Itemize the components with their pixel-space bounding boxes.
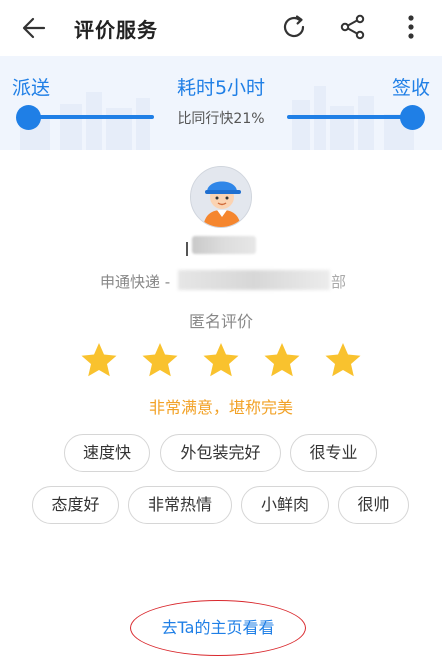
star-icon[interactable] xyxy=(324,341,362,379)
tag-chip[interactable]: 外包装完好 xyxy=(160,434,281,472)
tag-chip[interactable]: 很帅 xyxy=(338,486,409,524)
anonymous-review-label[interactable]: 匿名评价 xyxy=(0,308,442,332)
star-icon[interactable] xyxy=(141,341,179,379)
page-title: 评价服务 xyxy=(74,18,158,42)
courier-avatar-icon xyxy=(191,167,251,227)
more-vertical-icon[interactable] xyxy=(400,13,422,41)
rating-verdict: 非常满意，堪称完美 xyxy=(148,398,293,417)
star-icon[interactable] xyxy=(263,341,301,379)
courier-name-redacted xyxy=(192,236,256,254)
courier-company: 申通快递 - xyxy=(100,273,171,291)
tag-chip[interactable]: 很专业 xyxy=(290,434,377,472)
duration-label: 耗时5小时 xyxy=(176,77,266,99)
signed-label: 签收 xyxy=(391,77,430,99)
delivery-timeline: 派送 耗时5小时 签收 比同行快21% xyxy=(0,56,442,150)
speed-comparison: 比同行快21% xyxy=(177,111,265,127)
courier-branch-redacted xyxy=(178,270,330,290)
refresh-icon[interactable] xyxy=(280,13,308,41)
star-rating[interactable] xyxy=(80,341,365,381)
courier-avatar xyxy=(190,166,252,228)
tag-chip[interactable]: 态度好 xyxy=(32,486,119,524)
back-arrow-icon[interactable] xyxy=(20,14,48,42)
star-icon[interactable] xyxy=(202,341,240,379)
share-icon[interactable] xyxy=(339,13,367,41)
tag-chip[interactable]: 速度快 xyxy=(64,434,150,472)
courier-homepage-link[interactable]: 去Ta的主页看看 xyxy=(130,600,306,656)
star-icon[interactable] xyxy=(80,341,118,379)
tag-chip[interactable]: 非常热情 xyxy=(128,486,232,524)
app-header: 评价服务 xyxy=(0,0,442,56)
courier-branch-suffix: 部 xyxy=(331,273,347,291)
tag-chip[interactable]: 小鲜肉 xyxy=(241,486,329,524)
